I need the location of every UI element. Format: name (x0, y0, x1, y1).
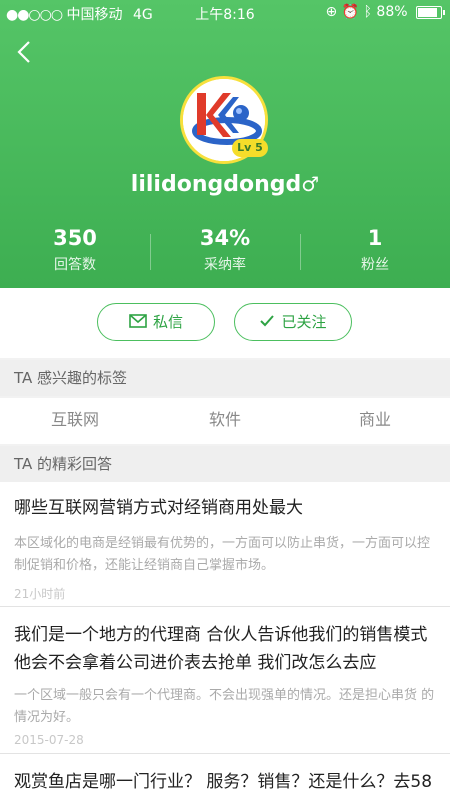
username: lilidongdongd♂ (0, 172, 450, 197)
answer-excerpt: 本区域化的电商是经销最有优势的，一方面可以防止串货，一方面可以控制促销和价格，还… (14, 536, 431, 573)
alarm-icon: ⏰ (341, 4, 360, 20)
stat-answers[interactable]: 350 回答数 (0, 226, 150, 274)
answers-section-title: TA 的精彩回答 (14, 455, 113, 473)
level-badge: Lv 5 (232, 139, 268, 157)
username-text: lilidongdongd (130, 172, 302, 197)
stats-row: 350 回答数 34% 采纳率 1 粉丝 (0, 226, 450, 276)
answer-time: 2015-07-28 (14, 733, 84, 747)
status-bar: ●●○○○ 中国移动 4G 上午8:16 ⊕ ⏰ ᛒ 88% (0, 0, 450, 26)
battery-percent: 88% (376, 4, 408, 20)
stat-value: 350 (53, 226, 97, 250)
answers-section-header: TA 的精彩回答 (0, 446, 450, 482)
stat-adoption-rate[interactable]: 34% 采纳率 (150, 226, 300, 274)
following-button[interactable]: 已关注 (234, 303, 352, 341)
gender-male-icon: ♂ (301, 172, 320, 196)
mail-icon (129, 314, 147, 328)
rotation-lock-icon: ⊕ (325, 4, 338, 20)
action-bar: 私信 已关注 (0, 288, 450, 358)
clock: 上午8:16 (195, 7, 255, 23)
stat-label: 回答数 (54, 257, 96, 273)
answer-question: 我们是一个地方的代理商 合伙人告诉他我们的销售模式他会不会拿着公司进价表去抢单 … (14, 625, 428, 673)
answer-item[interactable]: 哪些互联网营销方式对经销商用处最大 本区域化的电商是经销最有优势的，一方面可以防… (0, 482, 450, 607)
answer-time: 21小时前 (14, 587, 66, 601)
profile-header: ●●○○○ 中国移动 4G 上午8:16 ⊕ ⏰ ᛒ 88% Lv 5 lili… (0, 0, 450, 288)
back-button[interactable] (12, 36, 40, 68)
stat-label: 粉丝 (361, 257, 389, 273)
tags-section-header: TA 感兴趣的标签 (0, 360, 450, 396)
answer-question: 观赏鱼店是哪一门行业？ 服务？销售？还是什么？去58或者赶集网怎么找这一门行业的… (14, 772, 433, 792)
tag-item[interactable]: 软件 (150, 398, 300, 442)
answer-item[interactable]: 我们是一个地方的代理商 合伙人告诉他我们的销售模式他会不会拿着公司进价表去抢单 … (0, 607, 450, 754)
answer-item[interactable]: 观赏鱼店是哪一门行业？ 服务？销售？还是什么？去58或者赶集网怎么找这一门行业的… (0, 754, 450, 800)
stat-value: 1 (367, 226, 383, 250)
tags-row: 互联网 软件 商业 (0, 398, 450, 444)
tags-section-title: TA 感兴趣的标签 (14, 369, 128, 387)
stat-value: 34% (199, 226, 251, 250)
following-label: 已关注 (281, 313, 327, 331)
battery-icon (416, 5, 445, 19)
bluetooth-icon: ᛒ (363, 4, 372, 20)
answer-question: 哪些互联网营销方式对经销商用处最大 (14, 498, 303, 518)
stat-label: 采纳率 (204, 257, 246, 273)
chevron-left-icon (17, 41, 30, 63)
tag-item[interactable]: 商业 (300, 398, 450, 442)
tag-item[interactable]: 互联网 (0, 398, 150, 442)
check-icon (260, 315, 275, 327)
private-message-button[interactable]: 私信 (97, 303, 215, 341)
answer-excerpt: 一个区域一般只会有一个代理商。不会出现强单的情况。还是担心串货 的情况为好。 (14, 688, 435, 725)
stat-fans[interactable]: 1 粉丝 (300, 226, 450, 274)
private-message-label: 私信 (152, 313, 183, 331)
